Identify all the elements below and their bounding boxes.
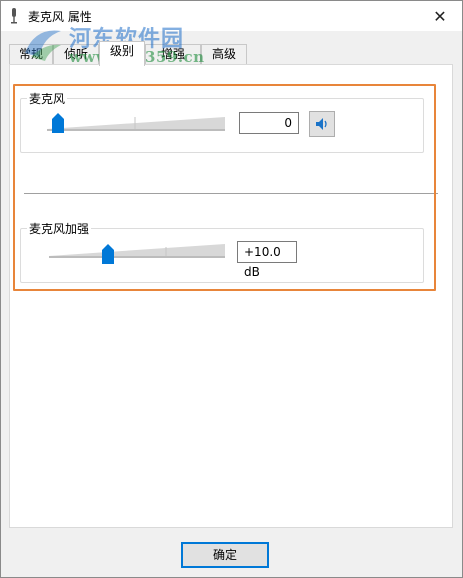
tab-general[interactable]: 常规 [9, 44, 53, 65]
microphone-icon [11, 8, 17, 24]
cancel-button-faded[interactable] [275, 542, 363, 568]
tab-strip: 常规 侦听 级别 增强 高级 [9, 41, 449, 66]
properties-window: 麦克风 属性 ✕ 常规 侦听 级别 增强 高级 麦克风 0 麦克风加强 +10.… [0, 0, 463, 578]
tab-advanced[interactable]: 高级 [201, 44, 247, 65]
highlight-annotation [13, 84, 436, 291]
title-bar: 麦克风 属性 ✕ [1, 1, 462, 31]
close-icon: ✕ [433, 6, 447, 26]
tab-levels[interactable]: 级别 [99, 41, 145, 66]
tab-listen[interactable]: 侦听 [53, 44, 99, 65]
window-title: 麦克风 属性 [28, 10, 92, 24]
close-button[interactable]: ✕ [418, 1, 462, 31]
button-bar: 确定 [1, 531, 462, 577]
ok-button[interactable]: 确定 [181, 542, 269, 568]
apply-button-faded[interactable] [367, 542, 455, 568]
tab-enhancements[interactable]: 增强 [145, 44, 201, 65]
